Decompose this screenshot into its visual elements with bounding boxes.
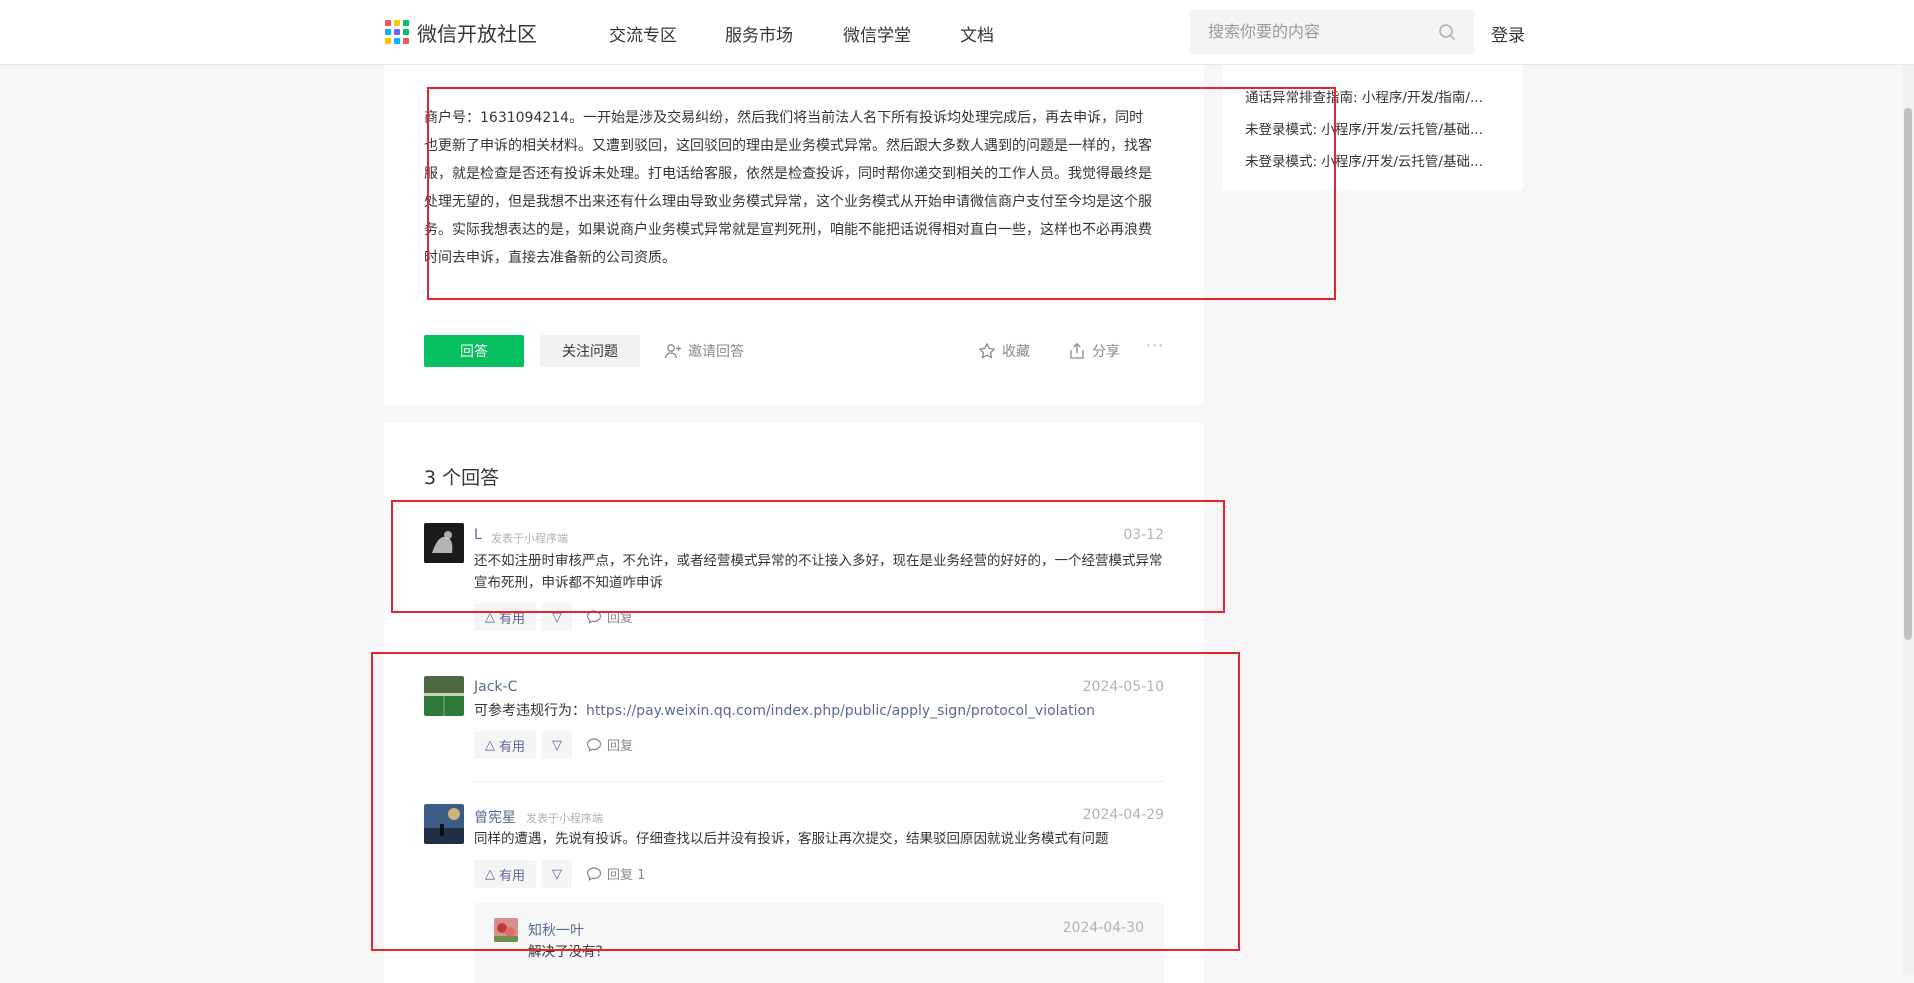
brand-name: 微信开放社区	[417, 21, 537, 46]
invite-answer-label: 邀请回答	[688, 344, 744, 360]
avatar-image-icon	[494, 918, 518, 942]
search-box	[1190, 10, 1474, 54]
answer-date: 03-12	[1123, 527, 1164, 543]
share-button[interactable]: 分享	[1068, 341, 1120, 361]
invite-user-icon	[664, 344, 681, 359]
wechat-community-logo-icon	[385, 20, 409, 44]
not-useful-button[interactable]: ▽	[542, 603, 572, 631]
sidebar-link[interactable]: 未登录模式: 小程序/开发/云托管/基础...	[1245, 118, 1507, 138]
useful-button[interactable]: △ 有用	[474, 860, 536, 888]
brand[interactable]: 微信开放社区	[385, 19, 537, 46]
sidebar-link[interactable]: 未登录模式: 小程序/开发/云托管/基础...	[1245, 150, 1507, 170]
reply-label: 回复	[607, 739, 634, 754]
comment-icon	[586, 866, 602, 881]
nav-link-wechat-academy[interactable]: 微信学堂	[843, 21, 911, 46]
comment-icon	[586, 609, 602, 624]
avatar[interactable]	[424, 523, 464, 563]
answer-text: 同样的遭遇，先说有投诉。仔细查找以后并没有投诉，客服让再次提交，结果驳回原因就说…	[474, 831, 1109, 847]
follow-question-button[interactable]: 关注问题	[540, 335, 640, 367]
search-input[interactable]	[1206, 21, 1430, 42]
answer-author-name[interactable]: 曾宪星	[474, 807, 516, 827]
avatar[interactable]	[424, 804, 464, 844]
share-label: 分享	[1092, 344, 1120, 360]
answer-date: 2024-05-10	[1082, 679, 1164, 695]
reply-button[interactable]: 回复	[586, 735, 633, 754]
useful-label: 有用	[498, 868, 525, 884]
collect-label: 收藏	[1002, 344, 1030, 360]
share-icon	[1070, 342, 1084, 359]
avatar[interactable]	[494, 918, 518, 942]
question-body: 商户号：1631094214。一开始是涉及交易纠纷，然后我们将当前法人名下所有投…	[424, 110, 1152, 266]
answer-divider	[474, 781, 1164, 782]
violation-policy-link[interactable]: https://pay.weixin.qq.com/index.php/publ…	[586, 703, 1095, 719]
useful-button[interactable]: △ 有用	[474, 603, 536, 631]
sub-reply-date: 2024-04-30	[1062, 920, 1144, 936]
triangle-down-icon: ▽	[552, 866, 562, 882]
avatar[interactable]	[424, 676, 464, 716]
sub-reply-author-name[interactable]: 知秋一叶	[528, 920, 584, 940]
nav-link-service-market[interactable]: 服务市场	[725, 21, 793, 46]
reply-label: 回复	[607, 611, 634, 626]
avatar-image-icon	[424, 523, 464, 563]
login-button[interactable]: 登录	[1491, 21, 1525, 46]
triangle-up-icon: △	[484, 609, 495, 625]
star-icon	[979, 343, 995, 359]
answers-card: 3 个回答 L 发表于小程序端 03-12 还不如注册时审核严点，不允许，或者经…	[384, 423, 1204, 983]
triangle-up-icon: △	[484, 737, 495, 753]
scrollbar-thumb[interactable]	[1904, 108, 1912, 640]
reply-button[interactable]: 回复	[586, 607, 633, 626]
collect-button[interactable]: 收藏	[978, 341, 1030, 361]
answer-text: 还不如注册时审核严点，不允许，或者经营模式异常的不让接入多好，现在是业务经营的好…	[474, 553, 1163, 591]
not-useful-button[interactable]: ▽	[542, 731, 572, 759]
search-icon[interactable]	[1438, 23, 1456, 41]
answer-source: 发表于小程序端	[491, 532, 568, 545]
answer-author-name[interactable]: L	[474, 527, 482, 543]
reply-label: 回复 1	[607, 868, 646, 883]
useful-button[interactable]: △ 有用	[474, 731, 536, 759]
sub-reply-text: 解决了没有？	[528, 944, 609, 960]
top-navigation-bar: 微信开放社区 交流专区 服务市场 微信学堂 文档 登录	[0, 0, 1914, 65]
comment-icon	[586, 737, 602, 752]
answer-text-prefix: 可参考违规行为：	[474, 703, 586, 719]
answer-source: 发表于小程序端	[526, 812, 603, 825]
answers-count: 3 个回答	[424, 467, 500, 489]
avatar-image-icon	[424, 804, 464, 844]
not-useful-button[interactable]: ▽	[542, 860, 572, 888]
answer-date: 2024-04-29	[1082, 807, 1164, 823]
useful-label: 有用	[498, 611, 525, 627]
answer-text: 可参考违规行为：https://pay.weixin.qq.com/index.…	[474, 700, 1164, 722]
triangle-down-icon: ▽	[552, 737, 562, 753]
answer-button[interactable]: 回答	[424, 335, 524, 367]
invite-answer-button[interactable]: 邀请回答	[664, 341, 744, 361]
sub-reply-block: 知秋一叶 2024-04-30 解决了没有？	[474, 903, 1164, 983]
sidebar-link[interactable]: 通话异常排查指南: 小程序/开发/指南/...	[1245, 86, 1507, 106]
useful-label: 有用	[498, 739, 525, 755]
triangle-down-icon: ▽	[552, 609, 562, 625]
nav-link-docs[interactable]: 文档	[960, 21, 994, 46]
avatar-image-icon	[424, 676, 464, 716]
answer-author-name[interactable]: Jack-C	[474, 679, 517, 695]
more-options-icon[interactable]: ···	[1146, 336, 1164, 355]
reply-button[interactable]: 回复 1	[586, 864, 645, 883]
triangle-up-icon: △	[484, 866, 495, 882]
nav-link-exchange[interactable]: 交流专区	[609, 21, 677, 46]
